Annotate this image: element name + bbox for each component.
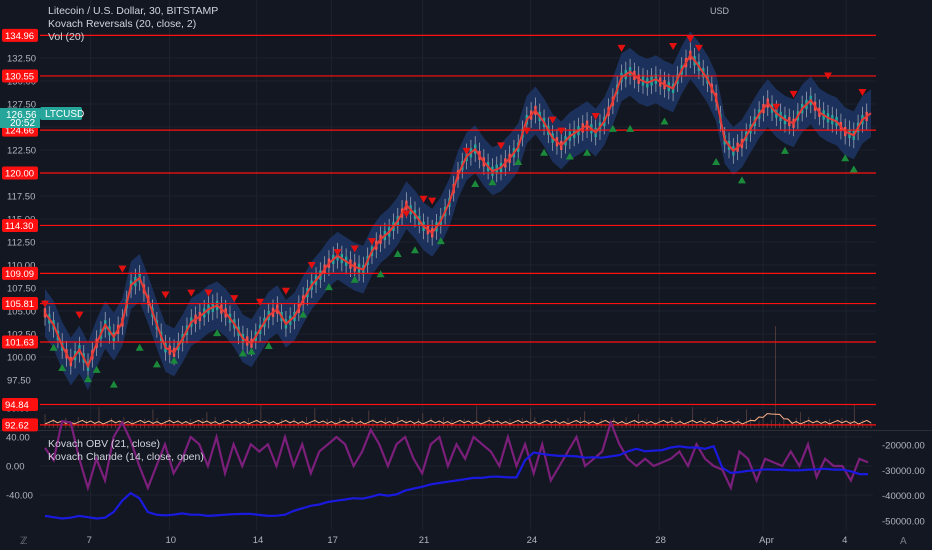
time-tick-label-6: 28 bbox=[655, 535, 666, 546]
legend-symbol[interactable]: Litecoin / U.S. Dollar, 30, BITSTAMP bbox=[48, 5, 218, 17]
time-tick-label-5: 24 bbox=[527, 535, 538, 546]
legend-kovach-obv[interactable]: Kovach OBV (21, close) bbox=[48, 438, 160, 450]
osc-right-tick-2: -30000.00 bbox=[882, 466, 925, 477]
osc-right-tick-0: -50000.00 bbox=[882, 517, 925, 528]
time-tick-label-8: 4 bbox=[842, 535, 847, 546]
osc-left-tick-1: 0.00 bbox=[6, 462, 25, 473]
level-tag-label-8: 94.84 bbox=[5, 400, 29, 411]
level-tag-label-6: 105.81 bbox=[5, 299, 34, 310]
price-tick-label-6: 112.50 bbox=[7, 238, 35, 249]
timezone-icon[interactable]: ℤ bbox=[20, 536, 27, 547]
time-tick-label-7: Apr bbox=[759, 535, 774, 546]
time-tick-label-4: 21 bbox=[419, 535, 430, 546]
level-tag-label-9: 92.62 bbox=[5, 420, 29, 431]
price-tick-label-10: 122.50 bbox=[7, 146, 36, 157]
legend-volume[interactable]: Vol (20) bbox=[48, 31, 84, 43]
currency-label: USD bbox=[710, 6, 730, 16]
osc-left-tick-2: 40.00 bbox=[6, 433, 30, 444]
osc-left-tick-0: -40.00 bbox=[6, 491, 33, 502]
level-tag-label-4: 114.30 bbox=[5, 221, 33, 232]
level-tag-label-7: 101.63 bbox=[5, 338, 34, 349]
legend-kovach-chande[interactable]: Kovach Chande (14, close, open) bbox=[48, 451, 204, 463]
price-tick-label-0: 97.50 bbox=[7, 376, 31, 387]
chart-stage: 97.50100.00102.50105.00107.50110.00112.5… bbox=[0, 0, 932, 550]
time-tick-label-1: 10 bbox=[166, 535, 177, 546]
osc-right-tick-3: -20000.00 bbox=[882, 441, 925, 452]
time-tick-label-0: 7 bbox=[87, 535, 92, 546]
price-tick-label-8: 117.50 bbox=[7, 192, 35, 203]
level-tag-label-1: 130.55 bbox=[5, 71, 34, 82]
ticker-countdown: 20:52 bbox=[10, 118, 35, 129]
legend-kovach-reversals[interactable]: Kovach Reversals (20, close, 2) bbox=[48, 18, 196, 30]
price-tick-label-4: 107.50 bbox=[7, 284, 36, 295]
level-tag-label-3: 120.00 bbox=[5, 169, 34, 180]
price-tick-label-14: 132.50 bbox=[7, 54, 36, 65]
time-tick-label-2: 14 bbox=[253, 535, 264, 546]
auto-scale-icon[interactable]: A bbox=[900, 536, 907, 547]
level-tag-label-5: 109.09 bbox=[5, 269, 34, 280]
osc-right-tick-1: -40000.00 bbox=[882, 491, 925, 502]
ticker-symbol: LTCUSD bbox=[45, 109, 84, 120]
time-tick-label-3: 17 bbox=[327, 535, 338, 546]
level-tag-label-0: 134.96 bbox=[5, 31, 34, 42]
price-tick-label-1: 100.00 bbox=[7, 353, 36, 364]
